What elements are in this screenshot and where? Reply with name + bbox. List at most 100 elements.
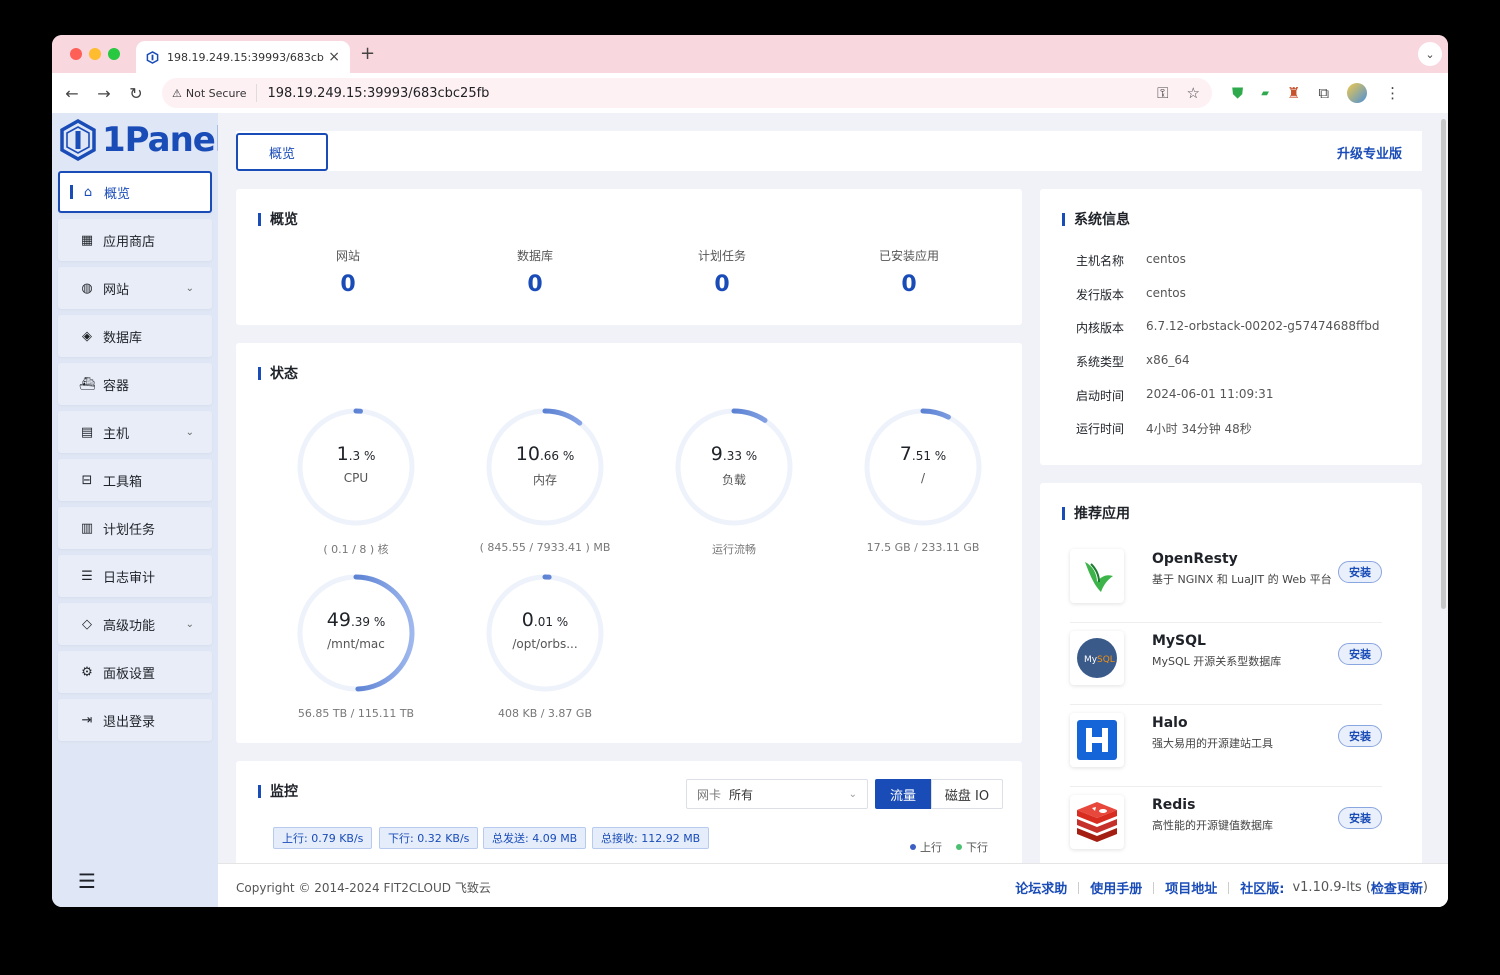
logo[interactable]: 1Panel [60,119,227,161]
gauge-name: CPU [343,471,369,485]
green-extension-icon[interactable]: ▰ [1261,88,1269,99]
collapse-menu-icon[interactable]: ☰ [78,869,96,893]
not-secure-label: Not Secure [185,86,247,100]
colorful-extension-icon[interactable]: ♜ [1287,84,1300,102]
gauge-value: 9.33 % [710,443,758,465]
gauge-value: 7.51 % [899,443,947,465]
sidebar-item-label: 应用商店 [103,234,156,250]
tab-disk-io[interactable]: 磁盘 IO [931,779,1003,809]
forum-link[interactable]: 论坛求助 [1015,878,1067,897]
sidebar-item-settings[interactable]: ⚙ 面板设置 [58,651,212,693]
sidebar-item-host[interactable]: ▤ 主机 ⌄ [58,411,212,453]
overview-title: 概览 [258,209,298,229]
app-card-halo[interactable]: Halo 强大易用的开源建站工具 安装 [1070,705,1382,787]
app-name: OpenResty [1152,551,1238,567]
halo-icon [1070,713,1124,767]
sidebar-item-databases[interactable]: ◈ 数据库 [58,315,212,357]
sidebar-item-advanced[interactable]: ◇ 高级功能 ⌄ [58,603,212,645]
sysinfo-row-kernel: 内核版本 6.7.12-orbstack-00202-g57474688ffbd [1076,319,1380,336]
overview-card: 概览 网站 0 数据库 0 计划任务 0 已安装应用 0 [236,189,1022,325]
check-update-link[interactable]: 检查更新 [1371,878,1423,897]
sidebar-item-cronjobs[interactable]: ▥ 计划任务 [58,507,212,549]
browser-toolbar: ← → ↻ ⚠ Not Secure 198.19.249.15:39993/6… [52,73,1448,113]
copyright-text: Copyright © 2014-2024 FIT2CLOUD 飞致云 [236,881,491,895]
close-window-button[interactable] [70,48,82,60]
stat-installed-apps[interactable]: 已安装应用 0 [849,247,969,297]
project-link[interactable]: 项目地址 [1165,878,1217,897]
forward-icon[interactable]: → [88,84,120,103]
page-header: 概览 升级专业版 [236,131,1422,171]
app-card-mysql[interactable]: My SQL MySQL MySQL 开源关系型数据库 安装 [1070,623,1382,705]
back-icon[interactable]: ← [56,84,88,103]
gauge-value: 1.3 % [336,443,376,465]
reload-icon[interactable]: ↻ [120,84,152,103]
tab-overview[interactable]: 概览 [236,133,328,171]
gauge-center: 1.3 % CPU [286,443,426,485]
bookmark-star-icon[interactable]: ☆ [1187,84,1200,102]
gauge-footer: 408 KB / 3.87 GB [497,707,592,720]
maximize-window-button[interactable] [108,48,120,60]
profile-avatar[interactable] [1347,83,1368,103]
sidebar-item-label: 日志审计 [103,570,156,586]
gauge-name: /mnt/mac [327,637,385,651]
key-icon[interactable]: ⚿ [1157,84,1168,102]
security-indicator[interactable]: ⚠ Not Secure [172,84,258,102]
sidebar-item-websites[interactable]: ◍ 网站 ⌄ [58,267,212,309]
log-icon: ☰ [81,568,93,584]
gauge-footer: 运行流畅 [712,543,756,556]
browser-menu-icon[interactable]: ⋮ [1385,84,1400,102]
page-scrollbar[interactable] [1441,119,1446,609]
puzzle-extension-icon[interactable]: ⧉ [1318,84,1329,102]
address-bar[interactable]: ⚠ Not Secure 198.19.249.15:39993/683cbc2… [162,78,1212,108]
nic-select[interactable]: 网卡 所有 ⌄ [686,779,868,809]
divider [1228,881,1230,894]
install-button[interactable]: 安装 [1338,643,1382,665]
stat-cronjobs[interactable]: 计划任务 0 [662,247,782,297]
sidebar-item-containers[interactable]: ⛴ 容器 [58,363,212,405]
app-root: 1Panel ⌂ 概览 ▦ 应用商店 ◍ 网站 ⌄ ◈ 数据库 ⛴ 容器 ▤ 主… [52,113,1448,907]
app-desc: 强大易用的开源建站工具 [1152,737,1273,750]
sidebar-item-logout[interactable]: ⇥ 退出登录 [58,699,212,741]
sidebar-item-label: 概览 [104,186,131,202]
sidebar-item-app-store[interactable]: ▦ 应用商店 [58,219,212,261]
install-button[interactable]: 安装 [1338,725,1382,747]
browser-window: 198.19.249.15:39993/683cbc × + ⌄ ← → ↻ ⚠… [52,35,1448,907]
chip-total-received: 总接收: 112.92 MB [592,827,710,849]
chevron-down-icon: ⌄ [185,282,194,294]
new-tab-button[interactable]: + [360,43,375,64]
svg-text:My: My [1084,655,1098,665]
app-card-openresty[interactable]: OpenResty 基于 NGINX 和 LuaJIT 的 Web 平台 安装 [1070,541,1382,623]
sidebar-item-overview[interactable]: ⌂ 概览 [58,171,212,213]
stat-websites[interactable]: 网站 0 [288,247,408,297]
app-desc: 基于 NGINX 和 LuaJIT 的 Web 平台 [1152,573,1332,586]
install-button[interactable]: 安装 [1338,807,1382,829]
stat-databases[interactable]: 数据库 0 [475,247,595,297]
divider [1078,881,1080,894]
gauge-footer: 56.85 TB / 115.11 TB [297,707,415,720]
app-name: Halo [1152,715,1188,731]
tab-traffic[interactable]: 流量 [875,779,931,809]
monitor-card: 监控 网卡 所有 ⌄ 流量 磁盘 IO 上行: 0.79 KB/s 下行: 0.… [236,761,1022,871]
legend-upload[interactable]: 上行 下行 [910,839,988,855]
upgrade-pro-link[interactable]: 升级专业版 [1337,143,1402,162]
sysinfo-key: 发行版本 [1076,288,1125,302]
stat-value: 0 [901,272,917,297]
tab-close-icon[interactable]: × [328,49,340,65]
tab-search-button[interactable]: ⌄ [1418,42,1442,66]
minimize-window-button[interactable] [89,48,101,60]
url-text[interactable]: 198.19.249.15:39993/683cbc25fb [267,86,489,101]
sidebar-item-logs[interactable]: ☰ 日志审计 [58,555,212,597]
gauge-center: 49.39 % /mnt/mac [286,609,426,651]
stat-value: 0 [340,272,356,297]
sysinfo-value: 4小时 34分钟 48秒 [1146,422,1252,436]
mysql-icon: My SQL [1070,631,1124,685]
legend-dot-icon [910,844,916,850]
browser-tab[interactable]: 198.19.249.15:39993/683cbc × [136,41,350,73]
sysinfo-value: 2024-06-01 11:09:31 [1146,387,1274,401]
shield-extension-icon[interactable]: ⛊ [1232,84,1243,102]
sidebar-item-toolbox[interactable]: ⊟ 工具箱 [58,459,212,501]
app-card-redis[interactable]: Redis 高性能的开源键值数据库 安装 [1070,787,1382,869]
install-button[interactable]: 安装 [1338,561,1382,583]
system-info-card: 系统信息 主机名称 centos 发行版本 centos 内核版本 6.7.12-or… [1040,189,1422,465]
manual-link[interactable]: 使用手册 [1090,878,1142,897]
